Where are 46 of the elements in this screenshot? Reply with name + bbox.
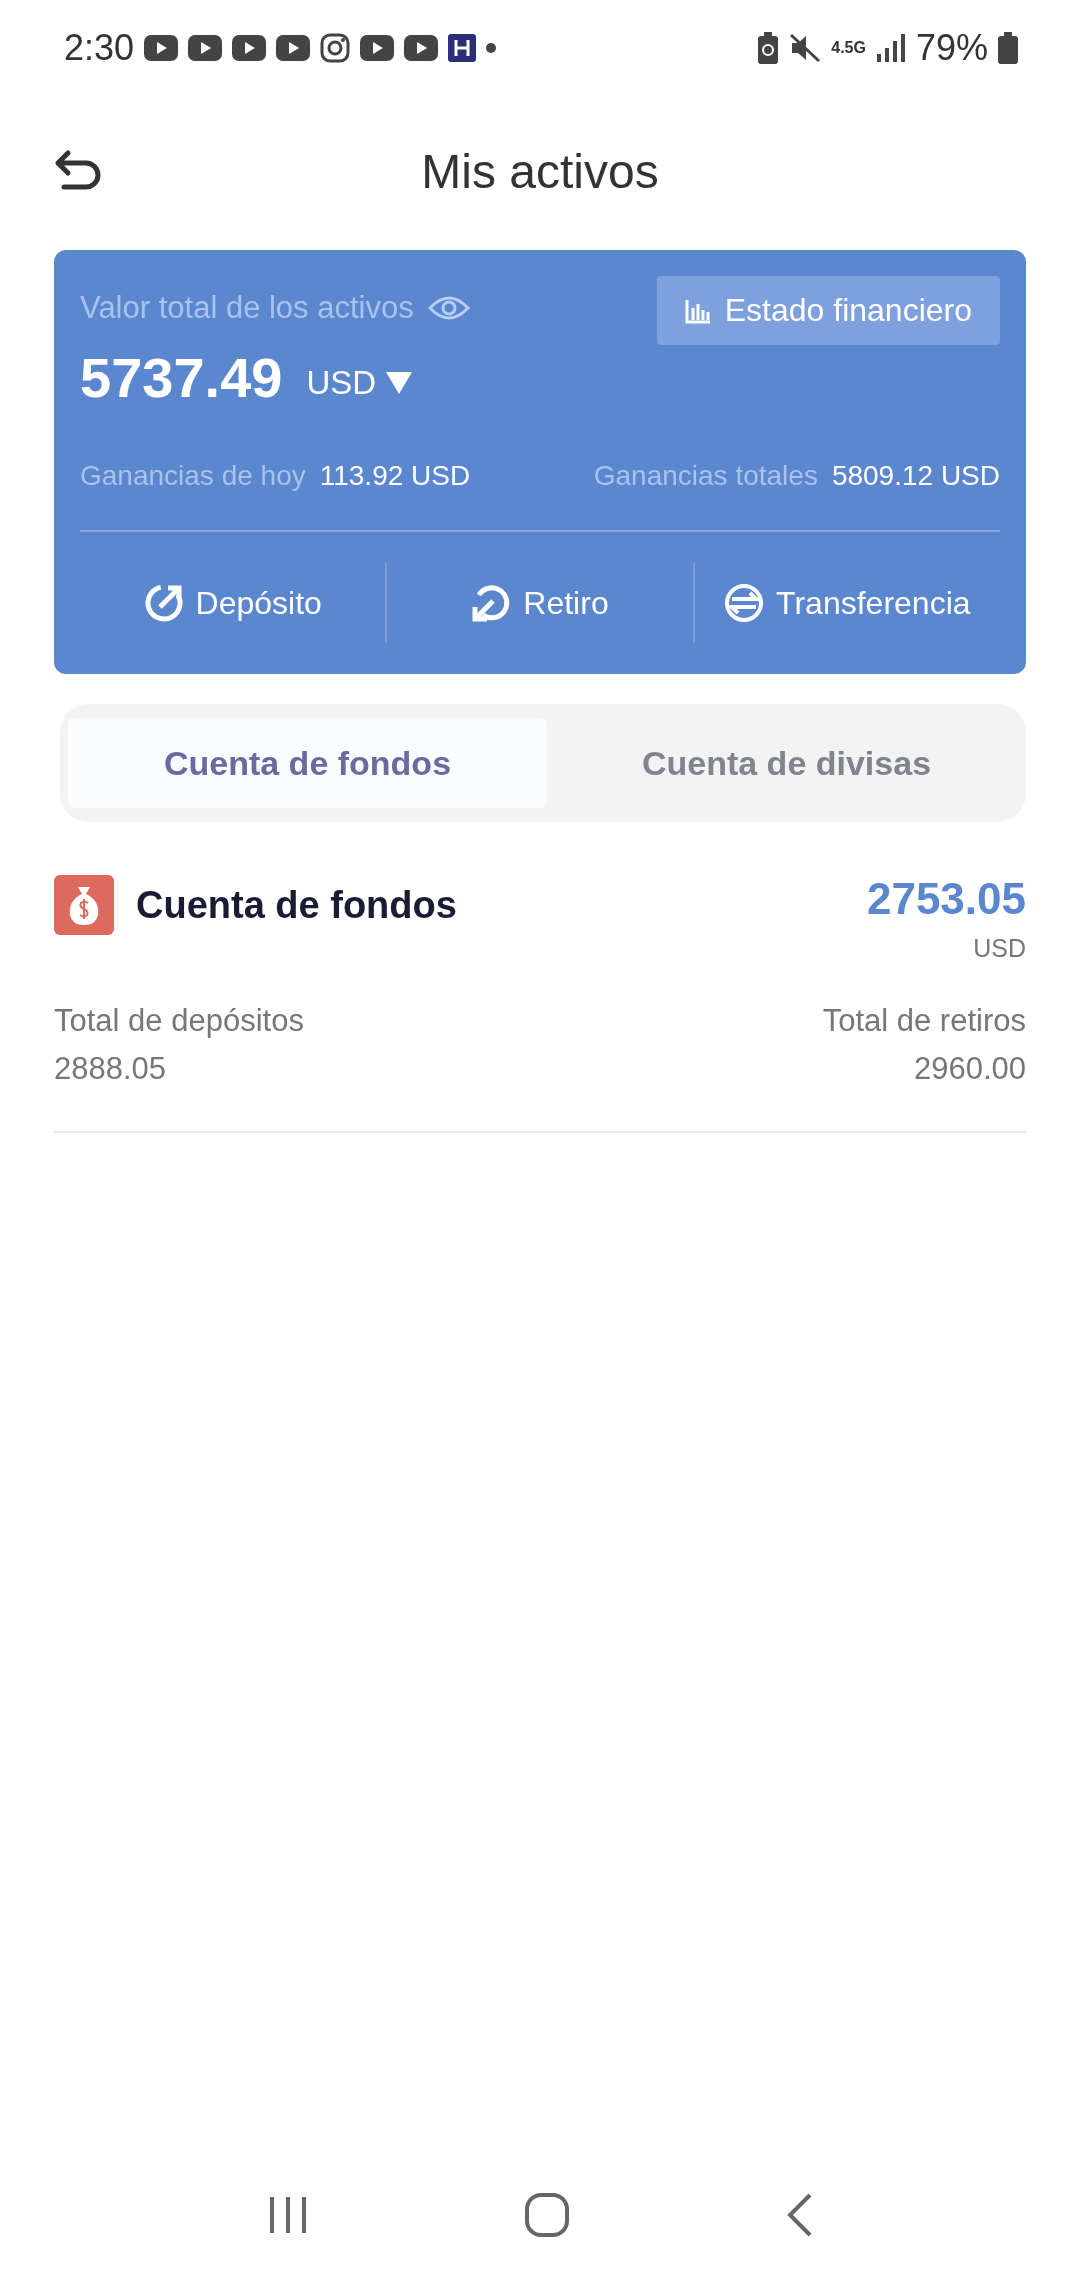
stat-value: 113.92 USD bbox=[319, 460, 471, 492]
total-value: 2960.00 bbox=[913, 1051, 1026, 1087]
stat-label: Ganancias totales bbox=[593, 460, 818, 492]
battery-saver-icon bbox=[757, 32, 780, 64]
video-app-icon bbox=[404, 35, 439, 61]
signal-icon bbox=[875, 34, 906, 62]
dropdown-icon[interactable] bbox=[386, 371, 413, 394]
recent-apps-icon[interactable] bbox=[268, 2197, 309, 2233]
total-amount: 5737.49 bbox=[80, 345, 283, 410]
stat-label: Ganancias de hoy bbox=[80, 460, 306, 492]
total-value: 2888.05 bbox=[54, 1051, 168, 1087]
video-app-icon bbox=[360, 35, 395, 61]
video-app-icon bbox=[188, 35, 223, 61]
withdraw-icon bbox=[471, 583, 512, 623]
account-tab[interactable]: Cuenta de divisas bbox=[547, 718, 1026, 808]
video-app-icon bbox=[276, 35, 311, 61]
camera-app-icon bbox=[320, 33, 351, 63]
balance-currency: USD bbox=[973, 934, 1026, 963]
total-value-label: Valor total de los activos bbox=[80, 290, 414, 326]
action-button[interactable]: Depósito bbox=[80, 563, 386, 643]
total-label: Total de depósitos bbox=[54, 1003, 304, 1039]
action-button[interactable]: Retiro bbox=[385, 563, 693, 643]
back-nav-icon[interactable] bbox=[785, 2193, 812, 2237]
action-button[interactable]: Transferencia bbox=[692, 563, 1000, 643]
battery-icon bbox=[998, 32, 1018, 64]
account-balance: 2753.05 bbox=[866, 874, 1026, 924]
dot-icon bbox=[486, 43, 497, 53]
statement-button[interactable]: Estado financiero bbox=[656, 276, 1000, 345]
mute-icon bbox=[789, 33, 822, 63]
total-label: Total de retiros bbox=[822, 1003, 1026, 1039]
home-icon[interactable] bbox=[525, 2193, 569, 2237]
deposit-icon bbox=[143, 583, 184, 623]
app-icon bbox=[448, 34, 477, 62]
page-title: Mis activos bbox=[420, 143, 660, 199]
currency-label[interactable]: USD bbox=[306, 363, 377, 402]
bar-chart-icon bbox=[684, 297, 711, 324]
account-title: Cuenta de fondos bbox=[136, 883, 457, 927]
network-type: 4.5G bbox=[831, 39, 866, 57]
transfer-icon bbox=[724, 583, 765, 623]
battery-percent: 79% bbox=[915, 27, 988, 69]
video-app-icon bbox=[232, 35, 267, 61]
status-time: 2:30 bbox=[64, 27, 135, 69]
video-app-icon bbox=[144, 35, 179, 61]
stat-value: 5809.12 USD bbox=[831, 460, 1000, 492]
money-bag-icon bbox=[54, 875, 114, 935]
account-tab[interactable]: Cuenta de fondos bbox=[68, 718, 547, 808]
